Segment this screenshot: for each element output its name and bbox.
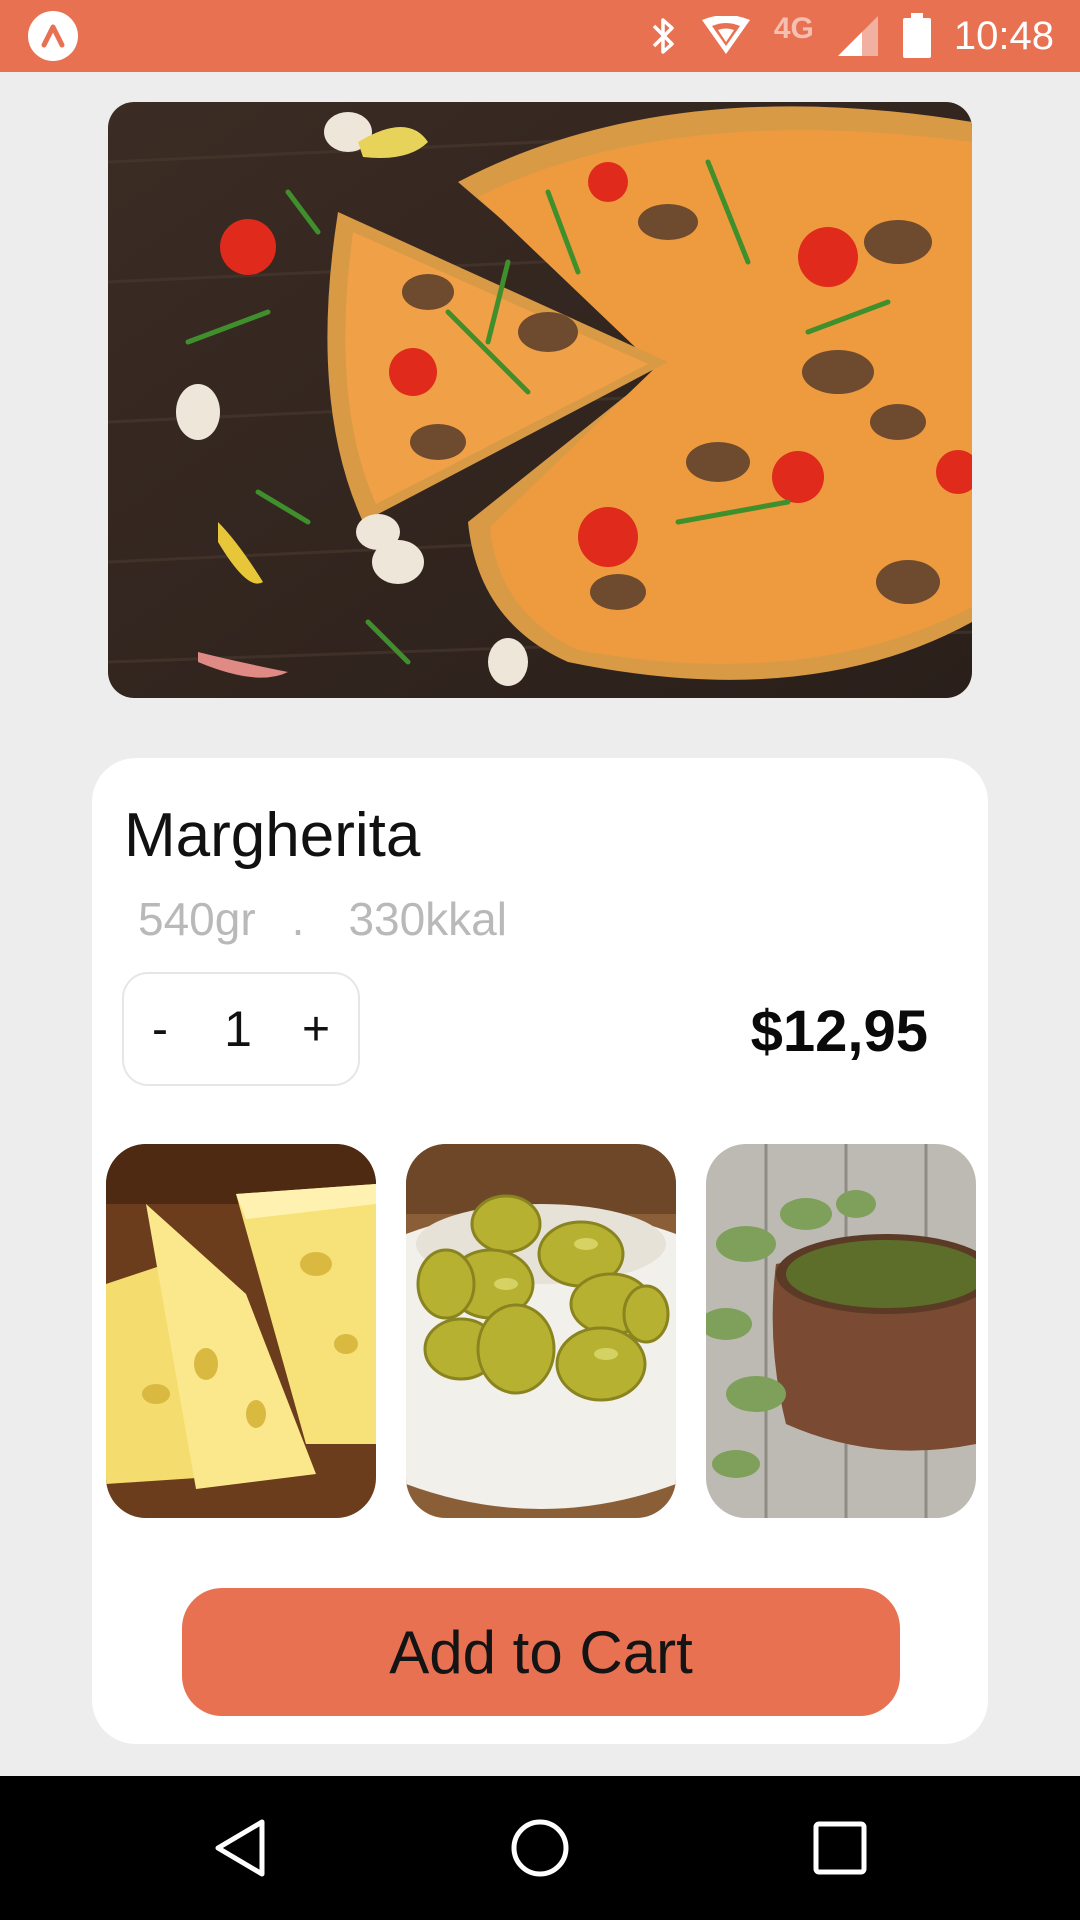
status-icons: 4G 10:48 [650,0,1054,72]
product-calories: 330kkal [348,893,507,945]
add-to-cart-button[interactable]: Add to Cart [182,1588,900,1716]
network-type-label: 4G [773,12,814,45]
signal-icon [836,14,880,58]
quantity-value: 1 [224,1001,252,1057]
increase-quantity-button[interactable]: + [294,1002,338,1057]
back-icon[interactable] [170,1776,310,1920]
product-screen: 4G 10:48 Margherita 540gr . 330kkal - 1 … [0,0,1080,1920]
navigation-bar [0,1776,1080,1920]
product-meta: 540gr . 330kkal [138,892,507,946]
ingredient-cheese-image[interactable] [106,1144,376,1518]
product-card: Margherita 540gr . 330kkal - 1 + $12,95 [92,758,988,1744]
ingredient-list [106,1144,976,1518]
status-clock: 10:48 [953,13,1054,58]
ingredient-oregano-image[interactable] [706,1144,976,1518]
wifi-icon [700,16,752,56]
meta-separator: . [291,893,305,945]
product-name: Margherita [124,801,421,870]
battery-icon [902,13,932,59]
decrease-quantity-button[interactable]: - [138,1002,182,1057]
recents-icon[interactable] [770,1776,910,1920]
product-weight: 540gr [138,893,256,945]
product-price: $12,95 [750,999,928,1064]
status-bar: 4G 10:48 [0,0,1080,72]
home-icon[interactable] [470,1776,610,1920]
bluetooth-icon [650,14,678,58]
app-logo-icon [28,11,78,61]
ingredient-olives-image[interactable] [406,1144,676,1518]
quantity-stepper: - 1 + [122,972,360,1086]
product-hero-image [108,102,972,698]
